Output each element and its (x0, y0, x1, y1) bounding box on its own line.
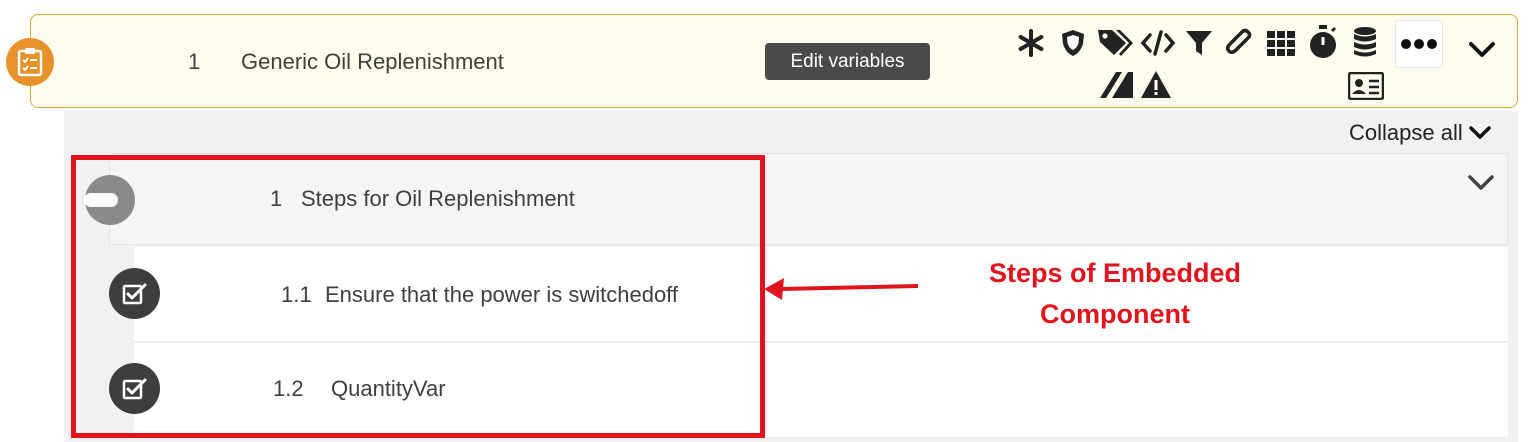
collapse-all-button[interactable]: Collapse all (1349, 120, 1491, 146)
id-card-icon[interactable] (1348, 72, 1384, 100)
warning-icon[interactable] (1140, 70, 1172, 100)
filter-icon[interactable] (1184, 28, 1214, 58)
chevron-down-icon (1468, 126, 1491, 139)
asterisk-icon[interactable] (1016, 28, 1046, 58)
database-icon[interactable] (1350, 26, 1380, 58)
chevron-down-icon[interactable] (1467, 174, 1495, 197)
edit-variables-button[interactable]: Edit variables (765, 43, 930, 80)
step-number: 1 (188, 49, 201, 74)
collapse-all-label: Collapse all (1349, 120, 1463, 145)
tags-icon[interactable] (1096, 26, 1134, 60)
procedure-title[interactable]: Generic Oil Replenishment (241, 49, 504, 75)
stopwatch-icon[interactable] (1307, 24, 1339, 60)
paperclip-icon[interactable] (1224, 28, 1254, 58)
more-icon[interactable] (1395, 20, 1443, 68)
clipboard-checklist-icon (6, 38, 54, 86)
annotation-line-2: Component (1040, 299, 1190, 329)
shield-icon[interactable] (1058, 28, 1088, 58)
grid-icon[interactable] (1266, 28, 1296, 58)
highlight-box (71, 155, 765, 438)
code-icon[interactable] (1140, 28, 1176, 58)
slash-lines-icon[interactable] (1098, 70, 1134, 100)
annotation-line-1: Steps of Embedded (988, 258, 1242, 288)
arrow-left-icon (760, 272, 920, 309)
annotation-label: Steps of Embedded Component (960, 253, 1270, 335)
chevron-down-icon[interactable] (1468, 41, 1496, 64)
